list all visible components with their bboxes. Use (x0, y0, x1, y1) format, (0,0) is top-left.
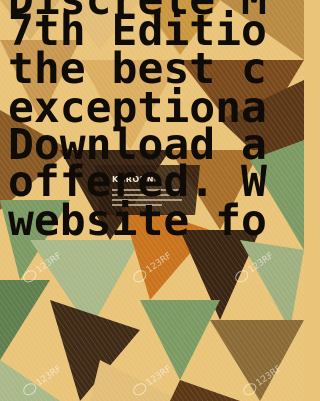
overlay-text-line-7: website fo (8, 196, 267, 246)
image-canvas: KGROUND 123RF 123RF 123RF 123RF 123RF 12… (0, 0, 304, 401)
